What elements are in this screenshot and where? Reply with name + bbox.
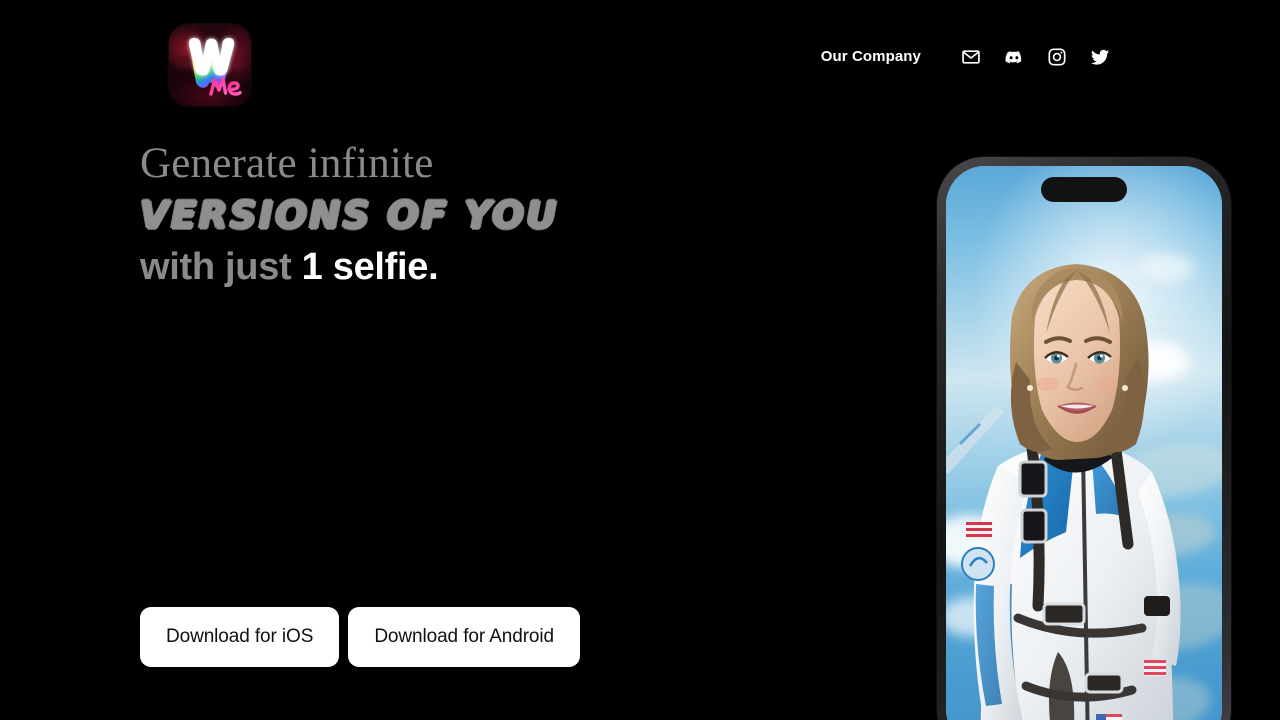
mail-icon[interactable] (961, 47, 981, 67)
skydiver-figure (946, 264, 1181, 720)
generated-selfie-preview (946, 166, 1222, 720)
headline-line-3: with just 1 selfie. (140, 244, 860, 291)
landing-page: Our Company Generate infinite VERSIONS O… (0, 0, 1280, 720)
site-header: Our Company (0, 0, 1280, 130)
discord-icon[interactable] (1004, 47, 1024, 67)
headline-line-2: VERSIONS OF YOU (140, 194, 559, 237)
headline-line-1: Generate infinite (140, 140, 434, 187)
primary-navigation: Our Company (821, 44, 1110, 70)
phone-screen (946, 166, 1222, 720)
headline-line-3-highlight: 1 selfie. (301, 246, 439, 288)
download-ios-button[interactable]: Download for iOS (140, 607, 340, 667)
social-links (961, 47, 1110, 67)
phone-mockup (937, 157, 1231, 720)
logo-artwork (189, 38, 242, 96)
download-button-group: Download for iOS Download for Android (140, 607, 580, 667)
nav-link-our-company[interactable]: Our Company (821, 44, 921, 70)
wombo-me-app-icon[interactable] (169, 24, 251, 106)
hero-section: Generate infinite VERSIONS OF YOU with j… (140, 140, 860, 291)
download-android-button[interactable]: Download for Android (348, 607, 580, 667)
twitter-icon[interactable] (1090, 47, 1110, 67)
headline-line-3-dim: with just (140, 246, 302, 288)
dynamic-island (1041, 177, 1127, 202)
instagram-icon[interactable] (1047, 47, 1067, 67)
